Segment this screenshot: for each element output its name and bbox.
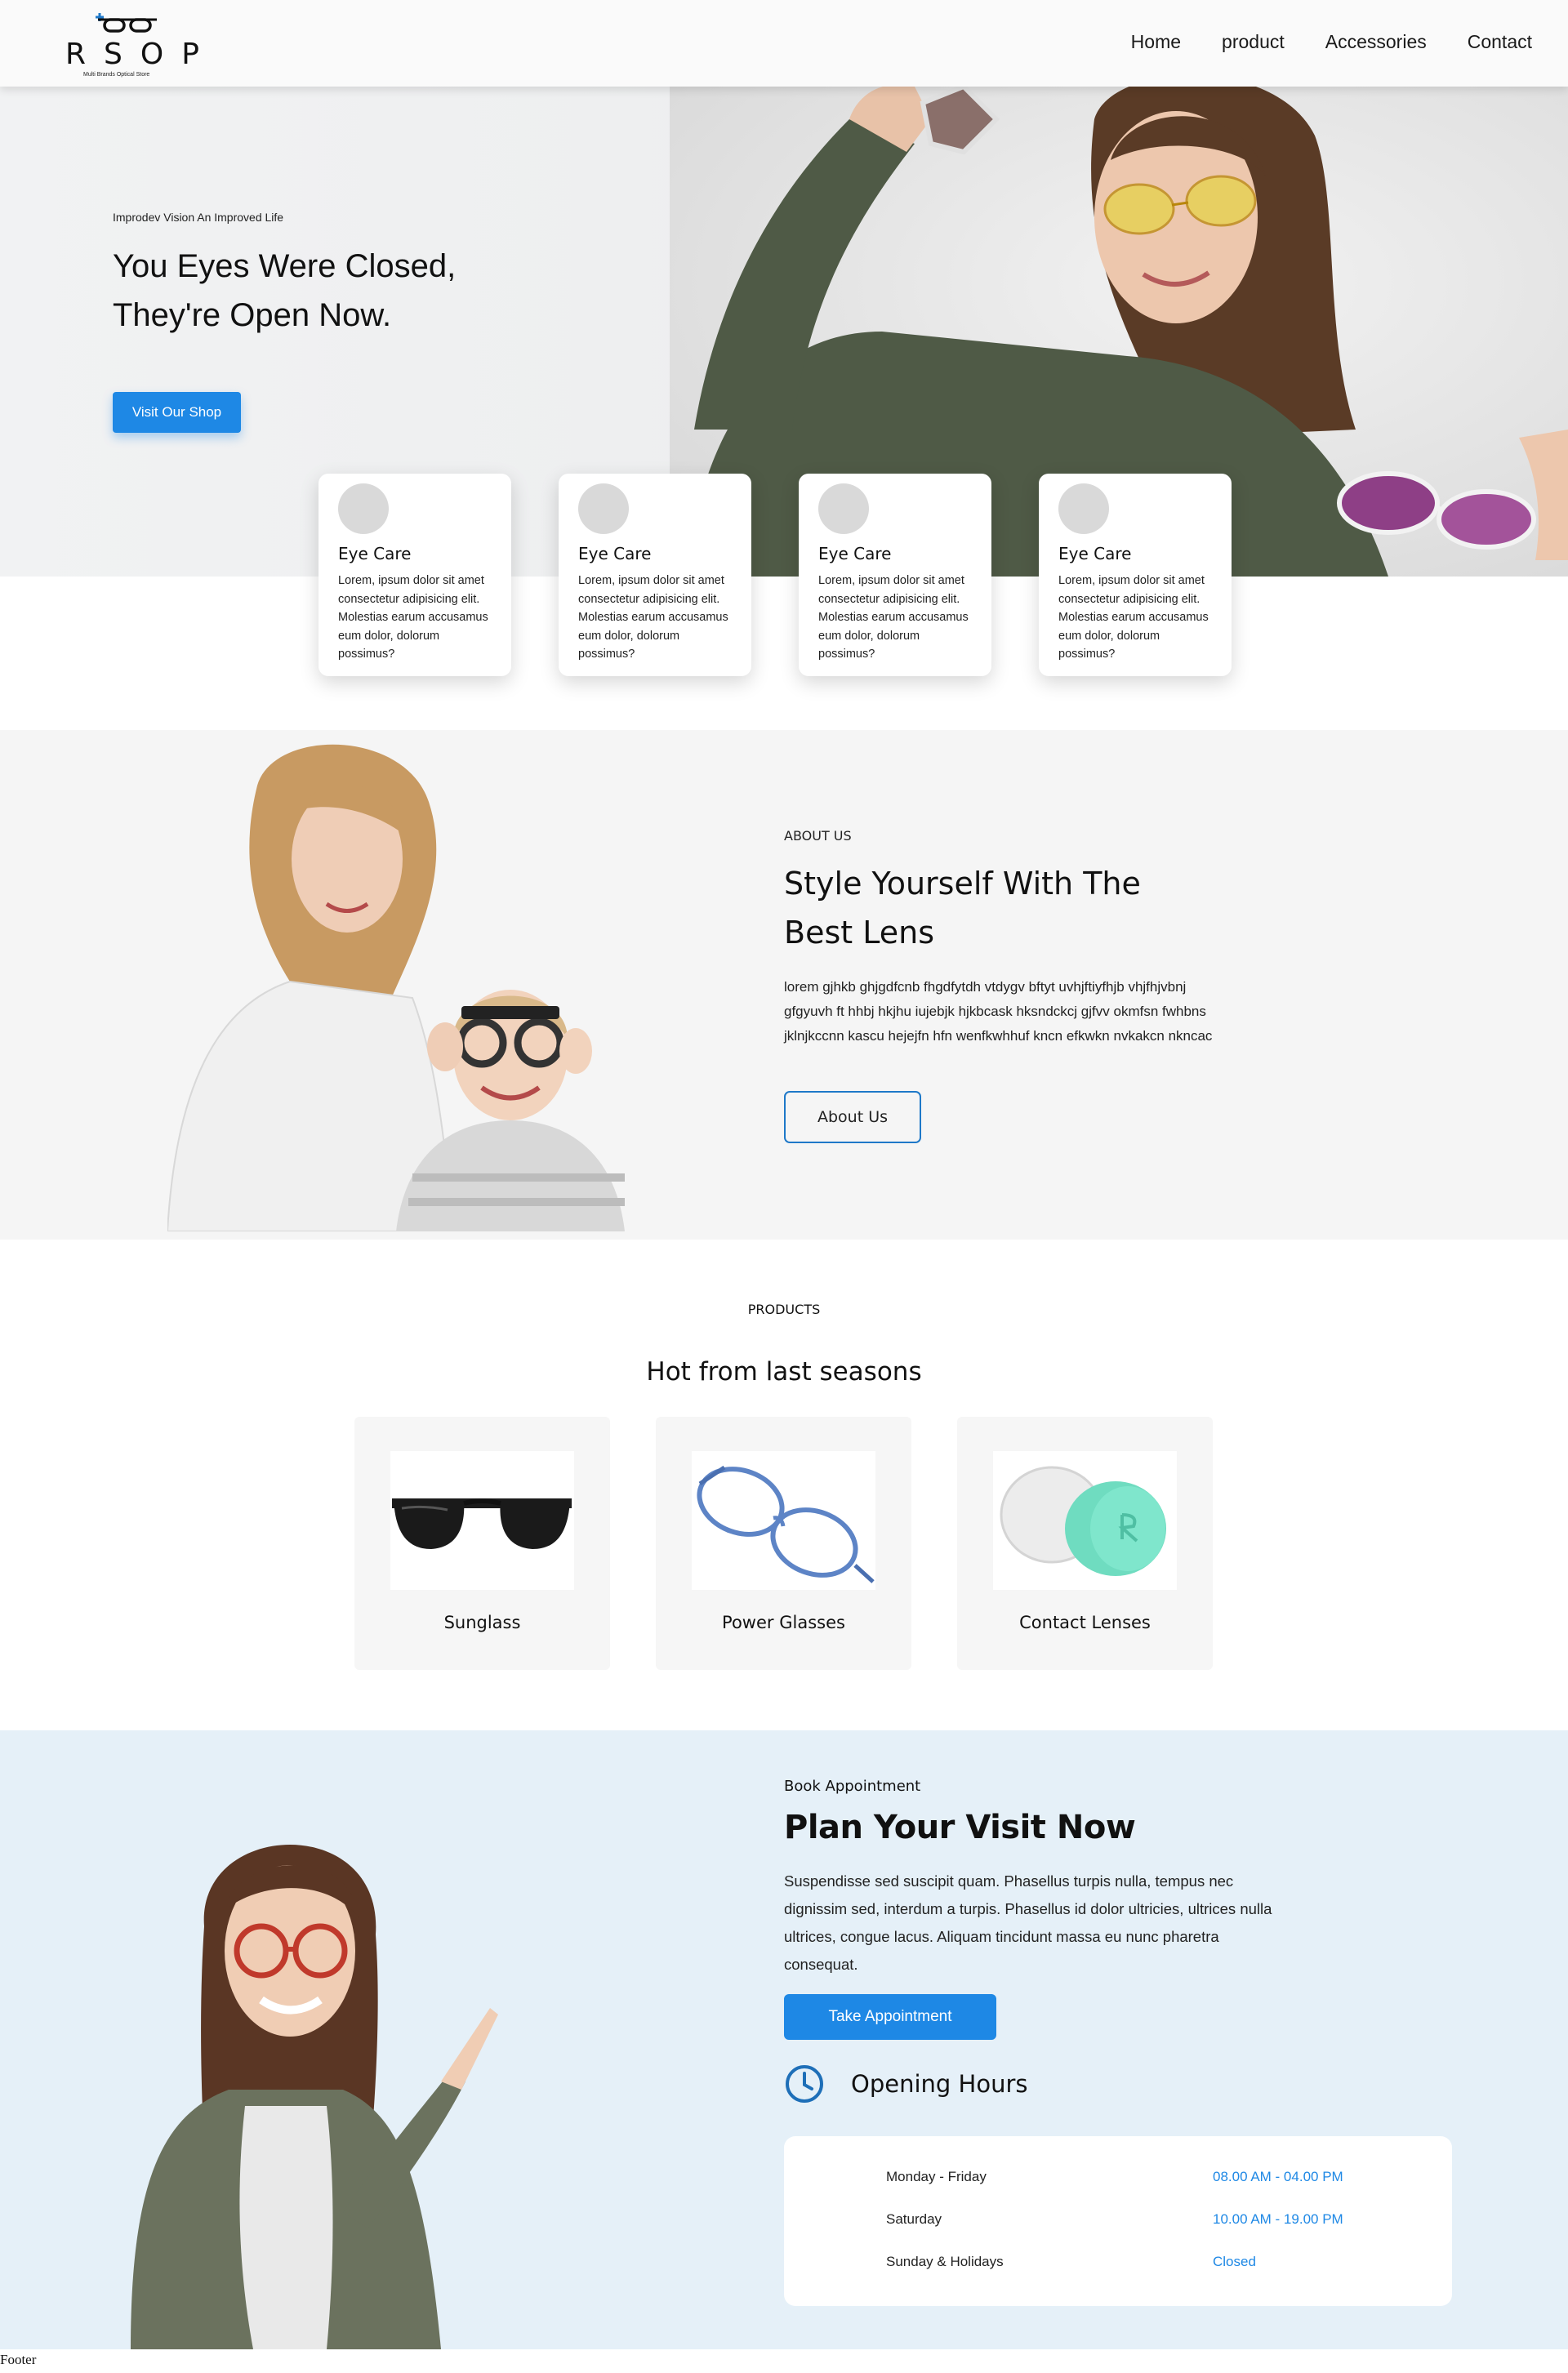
appointment-kicker: Book Appointment: [784, 1778, 921, 1795]
product-label: Power Glasses: [722, 1613, 845, 1632]
opening-hours-header: Opening Hours: [784, 2064, 1027, 2104]
about-title: Style Yourself With The Best Lens: [784, 866, 1141, 951]
hours-day: Saturday: [886, 2211, 942, 2227]
hours-time: Closed: [1213, 2254, 1256, 2269]
service-card[interactable]: Eye Care Lorem, ipsum dolor sit amet con…: [318, 474, 511, 676]
service-card[interactable]: Eye Care Lorem, ipsum dolor sit amet con…: [799, 474, 991, 676]
hours-time: 08.00 AM - 04.00 PM: [1213, 2169, 1343, 2184]
hours-day: Sunday & Holidays: [886, 2254, 1004, 2269]
contact-lens-case-icon: [993, 1451, 1177, 1590]
service-icon-placeholder: [1058, 483, 1109, 534]
product-card-sunglass[interactable]: Sunglass: [354, 1417, 610, 1670]
products-title: Hot from last seasons: [646, 1357, 922, 1387]
service-card-title: Eye Care: [1058, 544, 1132, 563]
service-cards: Eye Care Lorem, ipsum dolor sit amet con…: [318, 474, 1232, 676]
sunglasses-icon: [390, 1451, 574, 1590]
clock-icon: [786, 2065, 823, 2103]
service-card-text: Lorem, ipsum dolor sit amet consectetur …: [338, 574, 488, 661]
product-card-contact-lenses[interactable]: Contact Lenses: [957, 1417, 1213, 1670]
navbar: RSOP Multi Brands Optical Store Home pro…: [0, 0, 1568, 87]
hero-title: You Eyes Were Closed, They're Open Now.: [113, 248, 457, 333]
service-icon-placeholder: [338, 483, 389, 534]
opening-hours-title: Opening Hours: [851, 2070, 1028, 2098]
service-card-text: Lorem, ipsum dolor sit amet consectetur …: [1058, 574, 1209, 661]
service-card-title: Eye Care: [338, 544, 412, 563]
brand-logo[interactable]: RSOP Multi Brands Optical Store: [65, 10, 217, 80]
about-us-button[interactable]: About Us: [784, 1091, 921, 1143]
service-card[interactable]: Eye Care Lorem, ipsum dolor sit amet con…: [1039, 474, 1232, 676]
service-card[interactable]: Eye Care Lorem, ipsum dolor sit amet con…: [559, 474, 751, 676]
hero-kicker: Improdev Vision An Improved Life: [113, 211, 284, 224]
service-card-title: Eye Care: [818, 544, 892, 563]
about-text: lorem gjhkb ghjgdfcnb fhgdfytdh vtdygv b…: [784, 979, 1213, 1044]
product-card-power-glasses[interactable]: Power Glasses: [656, 1417, 911, 1670]
optometrist-with-child-photo: [167, 744, 625, 1231]
visit-shop-button[interactable]: Visit Our Shop: [113, 392, 241, 433]
nav-link-product[interactable]: product: [1222, 31, 1285, 53]
service-icon-placeholder: [818, 483, 869, 534]
eyeglasses-icon: [692, 1451, 875, 1590]
about-kicker: ABOUT US: [784, 828, 852, 844]
hours-day: Monday - Friday: [886, 2169, 987, 2184]
product-label: Sunglass: [443, 1613, 521, 1632]
service-card-title: Eye Care: [578, 544, 652, 563]
product-list: Sunglass Power Glasses Contact Lenses: [354, 1417, 1213, 1670]
nav-link-contact[interactable]: Contact: [1468, 31, 1532, 53]
hours-time: 10.00 AM - 19.00 PM: [1213, 2211, 1343, 2227]
nav-link-accessories[interactable]: Accessories: [1325, 31, 1427, 53]
appointment-text: Suspendisse sed suscipit quam. Phasellus…: [784, 1872, 1272, 1973]
logo-letters: RSOP: [65, 38, 217, 71]
nav-links: Home product Accessories Contact: [1131, 31, 1532, 53]
product-label: Contact Lenses: [1019, 1613, 1151, 1632]
about-section: ABOUT US Style Yourself With The Best Le…: [0, 730, 1568, 1240]
woman-pointing-photo: [131, 1845, 498, 2349]
opening-hours-table: Monday - Friday 08.00 AM - 04.00 PM Satu…: [784, 2136, 1452, 2306]
appointment-section: Book Appointment Plan Your Visit Now Sus…: [0, 1730, 1568, 2349]
footer: Footer: [0, 2352, 37, 2367]
service-card-text: Lorem, ipsum dolor sit amet consectetur …: [818, 574, 969, 661]
service-icon-placeholder: [578, 483, 629, 534]
logo-subtitle: Multi Brands Optical Store: [83, 72, 150, 78]
appointment-title: Plan Your Visit Now: [784, 1809, 1136, 1846]
glasses-logo-icon: [96, 13, 157, 33]
take-appointment-button[interactable]: Take Appointment: [784, 1994, 996, 2040]
service-card-text: Lorem, ipsum dolor sit amet consectetur …: [578, 574, 728, 661]
products-kicker: PRODUCTS: [747, 1302, 821, 1317]
nav-link-home[interactable]: Home: [1131, 31, 1181, 53]
